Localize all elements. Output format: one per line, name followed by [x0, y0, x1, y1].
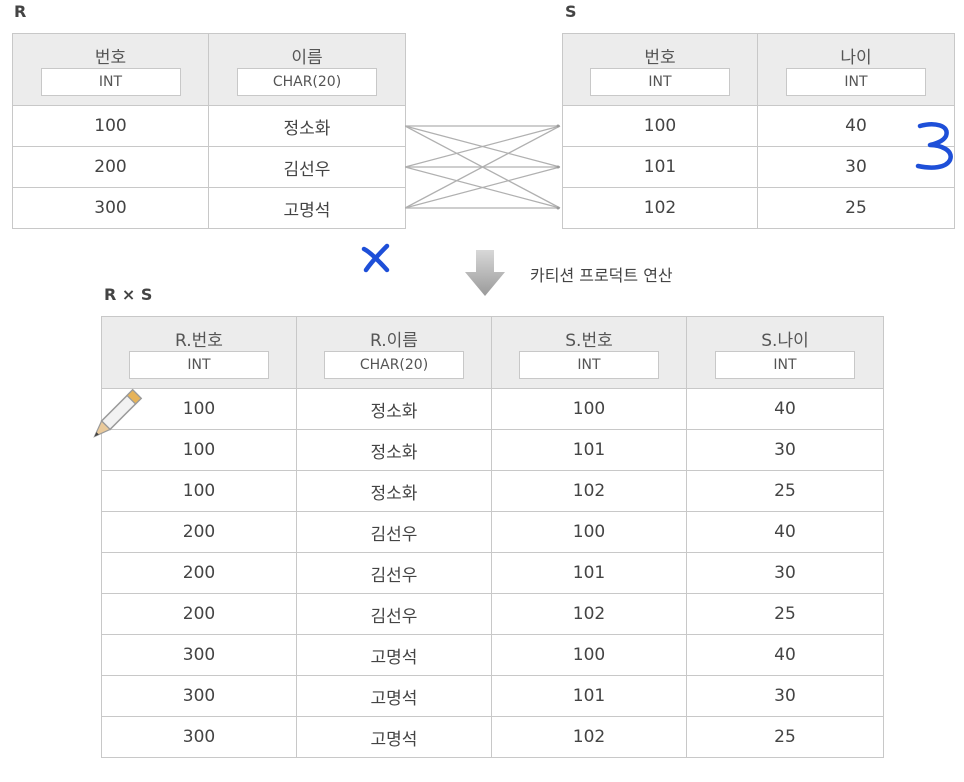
result-cell: 김선우 — [296, 593, 492, 635]
s-col-header-age: 나이 — [757, 33, 955, 68]
r-col-header-name: 이름 — [208, 33, 406, 68]
result-cell: 200 — [101, 511, 297, 553]
r-cell: 300 — [12, 187, 209, 229]
result-cell: 101 — [491, 552, 687, 594]
s-cell: 25 — [757, 187, 955, 229]
result-cell: 25 — [686, 716, 884, 758]
result-col-type: INT — [519, 350, 659, 379]
operation-label: 카티션 프로덕트 연산 — [530, 266, 673, 285]
handwritten-x-mark: x — [361, 243, 390, 273]
cross-join-lines — [405, 124, 561, 210]
pencil-icon — [93, 388, 143, 438]
result-cell: 102 — [491, 716, 687, 758]
s-cell: 100 — [562, 105, 758, 147]
result-col-header-s-id: S.번호 — [491, 316, 687, 351]
result-col-header-s-age: S.나이 — [686, 316, 884, 351]
s-col-type-age: INT — [786, 67, 926, 96]
r-cell: 정소화 — [208, 105, 406, 147]
result-cell: 30 — [686, 675, 884, 717]
result-table: R.번호 R.이름 S.번호 S.나이 INT CHAR(20) INT INT… — [101, 316, 884, 758]
result-row: 100 정소화 102 25 — [101, 470, 884, 512]
result-row: 300 고명석 102 25 — [101, 716, 884, 758]
s-cell: 102 — [562, 187, 758, 229]
result-cell: 30 — [686, 429, 884, 471]
r-row: 100 정소화 — [12, 105, 406, 147]
result-label: R × S — [104, 285, 153, 304]
s-row: 102 25 — [562, 187, 955, 229]
result-cell: 101 — [491, 675, 687, 717]
down-arrow-icon — [465, 250, 505, 296]
result-col-type: INT — [129, 350, 269, 379]
result-cell: 101 — [491, 429, 687, 471]
result-col-header-r-id: R.번호 — [101, 316, 297, 351]
result-row: 100 정소화 101 30 — [101, 429, 884, 471]
result-cell: 40 — [686, 634, 884, 676]
result-cell: 김선우 — [296, 552, 492, 594]
result-cell: 고명석 — [296, 716, 492, 758]
relation-r-table: 번호 이름 INT CHAR(20) 100 정소화 200 김선우 300 고… — [12, 33, 406, 229]
handwritten-3-mark: 3 — [915, 122, 953, 170]
result-row: 100 정소화 100 40 — [101, 388, 884, 430]
result-cell: 300 — [101, 634, 297, 676]
result-cell: 40 — [686, 388, 884, 430]
result-table-body: 100 정소화 100 40 100 정소화 101 30 100 정소화 102 25 200 김선우 1… — [101, 388, 884, 758]
result-cell: 25 — [686, 470, 884, 512]
result-row: 300 고명석 101 30 — [101, 675, 884, 717]
s-col-type-id: INT — [590, 67, 730, 96]
result-cell: 100 — [491, 634, 687, 676]
result-cell: 300 — [101, 716, 297, 758]
relation-r-label: R — [14, 2, 27, 21]
r-cell: 200 — [12, 146, 209, 188]
s-col-header-id: 번호 — [562, 33, 758, 68]
r-row: 300 고명석 — [12, 187, 406, 229]
result-cell: 100 — [491, 511, 687, 553]
result-cell: 200 — [101, 593, 297, 635]
result-row: 200 김선우 102 25 — [101, 593, 884, 635]
r-row: 200 김선우 — [12, 146, 406, 188]
result-cell: 고명석 — [296, 634, 492, 676]
s-row: 100 40 — [562, 105, 955, 147]
r-col-type-id: INT — [40, 67, 181, 96]
result-row: 300 고명석 100 40 — [101, 634, 884, 676]
result-cell: 102 — [491, 470, 687, 512]
result-row: 200 김선우 100 40 — [101, 511, 884, 553]
result-cell: 30 — [686, 552, 884, 594]
result-cell: 고명석 — [296, 675, 492, 717]
r-cell: 김선우 — [208, 146, 406, 188]
relation-s-table: 번호 나이 INT INT 100 40 101 30 102 25 — [562, 33, 955, 229]
result-cell: 25 — [686, 593, 884, 635]
s-cell: 101 — [562, 146, 758, 188]
r-col-type-name: CHAR(20) — [237, 67, 377, 96]
result-cell: 100 — [491, 388, 687, 430]
s-row: 101 30 — [562, 146, 955, 188]
r-col-header-id: 번호 — [12, 33, 209, 68]
result-col-type: INT — [715, 350, 855, 379]
result-col-header-r-name: R.이름 — [296, 316, 492, 351]
relation-s-label: S — [565, 2, 577, 21]
result-col-type: CHAR(20) — [324, 350, 464, 379]
result-cell: 100 — [101, 470, 297, 512]
result-cell: 300 — [101, 675, 297, 717]
result-cell: 200 — [101, 552, 297, 594]
result-cell: 정소화 — [296, 388, 492, 430]
result-cell: 102 — [491, 593, 687, 635]
r-cell: 100 — [12, 105, 209, 147]
r-cell: 고명석 — [208, 187, 406, 229]
result-row: 200 김선우 101 30 — [101, 552, 884, 594]
result-cell: 정소화 — [296, 470, 492, 512]
result-cell: 김선우 — [296, 511, 492, 553]
result-cell: 정소화 — [296, 429, 492, 471]
result-cell: 40 — [686, 511, 884, 553]
